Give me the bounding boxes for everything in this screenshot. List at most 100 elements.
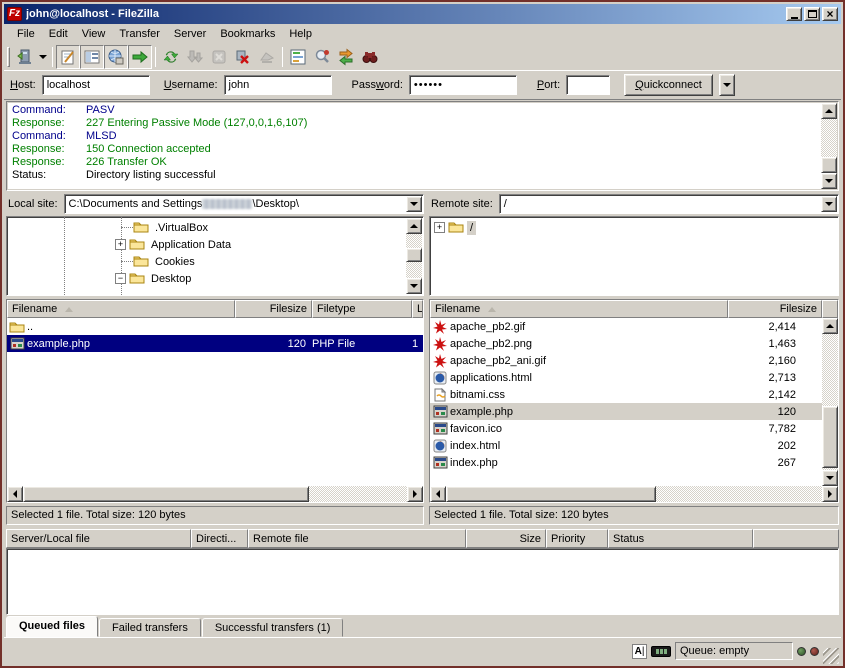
local-tree-scrollbar[interactable] [406,218,422,294]
table-row-selected[interactable]: example.php 120 [430,403,822,420]
scroll-up-button[interactable] [821,103,837,119]
scroll-up-button[interactable] [406,218,422,234]
table-row[interactable]: apache_pb2_ani.gif 2,160 [430,352,822,369]
local-path-dropdown-button[interactable] [406,196,422,212]
scroll-up-button[interactable] [822,318,838,334]
tree-item[interactable]: .VirtualBox [121,219,211,236]
message-log[interactable]: Command:PASV Response:227 Entering Passi… [6,101,839,191]
title-bar[interactable]: Fz john@localhost - FileZilla × [4,4,841,24]
scroll-thumb[interactable] [821,157,837,173]
site-manager-dropdown-button[interactable] [37,45,49,69]
site-manager-button[interactable] [13,45,37,69]
column-header-filename[interactable]: Filename [430,300,728,318]
column-header-remote-file[interactable]: Remote file [248,529,466,548]
scroll-down-button[interactable] [821,173,837,189]
table-row[interactable]: apache_pb2.png 1,463 [430,335,822,352]
column-header-filename[interactable]: Filename [7,300,235,318]
column-header-status[interactable]: Status [608,529,753,548]
scroll-thumb[interactable] [23,486,309,502]
refresh-button[interactable] [159,45,183,69]
remote-path-dropdown-button[interactable] [821,196,837,212]
table-row[interactable]: favicon.ico 7,782 [430,420,822,437]
menu-file[interactable]: File [10,26,42,42]
collapse-icon[interactable]: − [115,273,126,284]
menu-server[interactable]: Server [167,26,213,42]
minimize-button[interactable] [786,7,802,21]
scroll-down-button[interactable] [406,278,422,294]
column-header-direction[interactable]: Directi... [191,529,248,548]
toolbar-grip[interactable] [7,47,10,67]
log-scrollbar[interactable] [821,103,837,189]
column-header-lastmodified[interactable]: L [412,300,423,318]
local-list-body[interactable]: .. example.php 120 PHP File 1 [7,318,423,486]
toggle-message-log-button[interactable] [56,45,80,69]
find-files-button[interactable] [358,45,382,69]
disconnect-button[interactable] [231,45,255,69]
local-path-combo[interactable]: C:\Documents and Settings\Desktop\ [64,194,424,214]
port-input[interactable] [566,75,610,95]
remote-path-combo[interactable]: / [499,194,839,214]
password-input[interactable]: •••••• [409,75,517,95]
datatype-ascii-icon[interactable]: A| [632,644,647,659]
toggle-remote-tree-button[interactable] [104,45,128,69]
reconnect-button[interactable] [255,45,279,69]
tree-item[interactable]: + / [434,219,476,236]
table-row[interactable]: index.php 267 [430,454,822,471]
speedlimit-icon[interactable] [651,646,671,657]
table-row[interactable]: index.html 202 [430,437,822,454]
process-queue-button[interactable] [183,45,207,69]
maximize-button[interactable] [804,7,820,21]
scroll-left-button[interactable] [430,486,446,502]
cancel-operation-button[interactable] [207,45,231,69]
menu-help[interactable]: Help [282,26,319,42]
table-row-selected[interactable]: example.php 120 PHP File 1 [7,335,423,352]
column-header-filesize[interactable]: Filesize [235,300,312,318]
scroll-right-button[interactable] [822,486,838,502]
scroll-right-button[interactable] [407,486,423,502]
scroll-down-button[interactable] [822,470,838,486]
synchronized-browsing-button[interactable] [334,45,358,69]
close-button[interactable]: × [822,7,838,21]
tab-successful-transfers[interactable]: Successful transfers (1) [202,618,344,637]
column-header-priority[interactable]: Priority [546,529,608,548]
remote-directory-tree[interactable]: + / [429,216,839,296]
table-row[interactable]: applications.html 2,713 [430,369,822,386]
table-row[interactable]: .. [7,318,423,335]
remote-list-body[interactable]: apache_pb2.gif 2,414 apache_pb2.png 1,46… [430,318,838,486]
menu-transfer[interactable]: Transfer [112,26,167,42]
scroll-thumb[interactable] [446,486,656,502]
directory-filter-button[interactable] [286,45,310,69]
local-horizontal-scrollbar[interactable] [7,486,423,502]
quickconnect-button[interactable]: Quickconnect [624,74,713,96]
expand-icon[interactable]: + [115,239,126,250]
tree-item[interactable]: Cookies [121,253,198,270]
tree-item[interactable]: + Application Data [115,236,234,253]
menu-edit[interactable]: Edit [42,26,75,42]
table-row[interactable]: apache_pb2.gif 2,414 [430,318,822,335]
remote-horizontal-scrollbar[interactable] [430,486,838,502]
host-input[interactable]: localhost [42,75,150,95]
scroll-left-button[interactable] [7,486,23,502]
username-input[interactable]: john [224,75,332,95]
scroll-thumb[interactable] [822,406,838,468]
tab-queued-files[interactable]: Queued files [6,616,98,637]
table-row[interactable]: bitnami.css 2,142 [430,386,822,403]
expand-icon[interactable]: + [434,222,445,233]
column-header-size[interactable]: Size [466,529,546,548]
remote-list-scrollbar[interactable] [822,318,838,486]
column-header-filesize[interactable]: Filesize [728,300,822,318]
column-header-server-local-file[interactable]: Server/Local file [6,529,191,548]
quickconnect-dropdown-button[interactable] [719,74,735,96]
queue-list[interactable] [6,548,839,615]
column-header-filetype[interactable]: Filetype [312,300,412,318]
scroll-thumb[interactable] [406,248,422,262]
tree-item[interactable]: − Desktop [115,270,194,287]
resize-grip[interactable] [823,648,839,664]
menu-bookmarks[interactable]: Bookmarks [213,26,282,42]
directory-comparison-button[interactable] [310,45,334,69]
menu-view[interactable]: View [75,26,113,42]
toggle-local-tree-button[interactable] [80,45,104,69]
toggle-transfer-queue-button[interactable] [128,45,152,69]
local-directory-tree[interactable]: .VirtualBox + Application Data Cookies −… [6,216,424,296]
tab-failed-transfers[interactable]: Failed transfers [99,618,201,637]
